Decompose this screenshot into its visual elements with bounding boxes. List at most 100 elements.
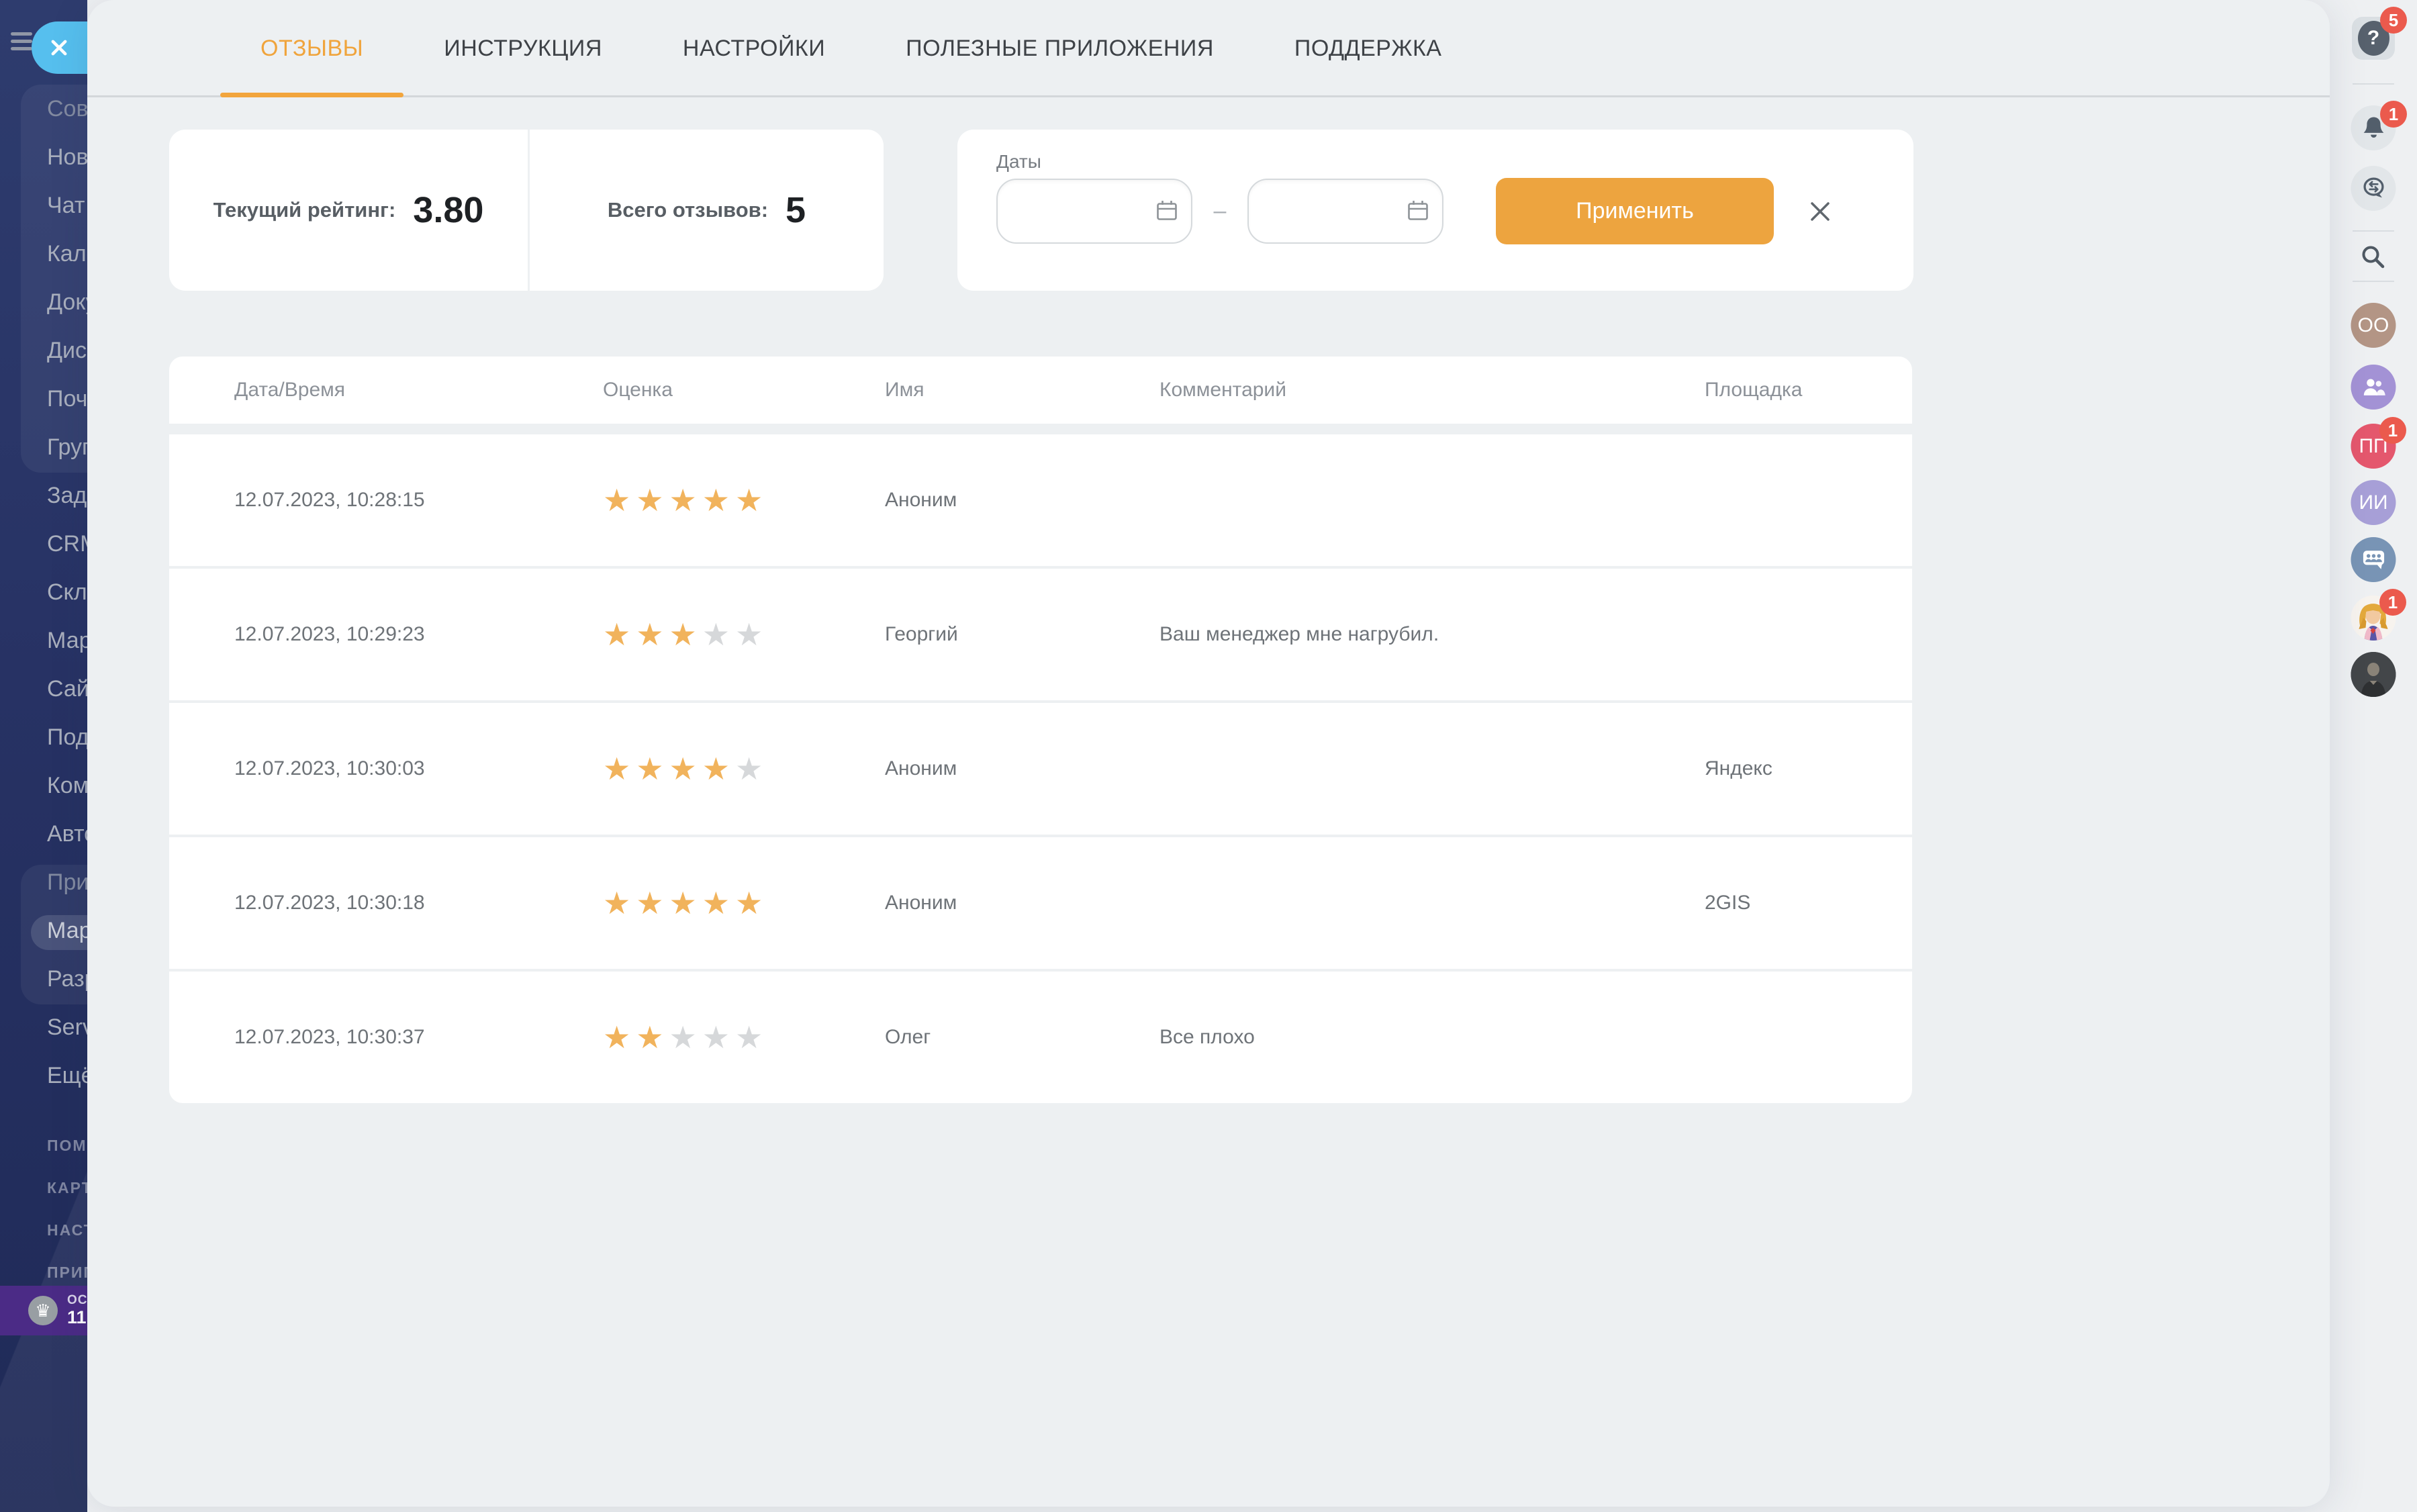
chat-button[interactable] (2351, 166, 2396, 211)
notifications-badge: 1 (2380, 101, 2407, 128)
col-header-platform: Площадка (1705, 379, 1912, 401)
table-row: 12.07.2023, 10:30:18 ★★★★★ Аноним 2GIS (169, 837, 1912, 969)
cell-name: Аноним (885, 757, 1159, 780)
trial-banner[interactable]: ♛ ост 11 (0, 1286, 87, 1335)
sidebar-item-5[interactable]: Диск (0, 326, 87, 375)
rail-divider (2353, 230, 2394, 232)
total-reviews-value: 5 (786, 189, 806, 231)
sidebar-item-14[interactable]: Комп (0, 761, 87, 810)
sidebar-menu: Совм Ново Чат и Кале Доку Диск Почт Груп… (0, 85, 87, 1100)
current-rating-label: Текущий рейтинг: (214, 198, 396, 222)
cell-name: Аноним (885, 892, 1159, 914)
rating-stars: ★★★★★ (603, 1022, 885, 1053)
sidebar: Совм Ново Чат и Кале Доку Диск Почт Груп… (0, 0, 87, 1512)
clear-filter-button[interactable] (1805, 196, 1836, 227)
sidebar-item-8[interactable]: Зада (0, 471, 87, 520)
right-toolbar: ? 5 1 ОО (2330, 0, 2417, 1512)
table-row: 12.07.2023, 10:29:23 ★★★★★ Георгий Ваш м… (169, 569, 1912, 700)
tab-reviews[interactable]: ОТЗЫВЫ (220, 0, 404, 97)
rating-stars: ★★★★★ (603, 619, 885, 650)
sidebar-footer-link-1[interactable]: КАРТА (0, 1167, 87, 1209)
cell-platform: Яндекс (1705, 757, 1912, 780)
group-chat-avatar[interactable] (2351, 537, 2396, 582)
rating-stars: ★★★★★ (603, 753, 885, 784)
user-avatar-oo[interactable]: ОО (2351, 303, 2396, 348)
rail-divider (2353, 281, 2394, 282)
trial-prefix-label: ост (67, 1294, 87, 1308)
sidebar-item-7[interactable]: Груп (0, 423, 87, 471)
table-row: 12.07.2023, 10:30:03 ★★★★★ Аноним Яндекс (169, 703, 1912, 835)
sidebar-item-1[interactable]: Ново (0, 133, 87, 181)
hamburger-menu-icon[interactable] (11, 32, 34, 54)
reviews-slider-panel: ОТЗЫВЫ ИНСТРУКЦИЯ НАСТРОЙКИ ПОЛЕЗНЫЕ ПРИ… (87, 0, 2330, 1507)
clear-x-icon (1805, 196, 1836, 227)
cell-datetime: 12.07.2023, 10:29:23 (234, 623, 603, 646)
col-header-rating: Оценка (603, 379, 885, 401)
sidebar-item-20[interactable]: Ещё (0, 1051, 87, 1100)
people-pair-icon (2359, 373, 2388, 402)
cell-name: Олег (885, 1026, 1159, 1049)
sidebar-item-4[interactable]: Доку (0, 278, 87, 326)
man-photo-avatar (2351, 652, 2396, 697)
trial-days-value: 11 (67, 1308, 87, 1328)
assistant-avatar-badge: 1 (2379, 589, 2406, 616)
tab-settings[interactable]: НАСТРОЙКИ (643, 0, 865, 97)
sidebar-item-2[interactable]: Чат и (0, 181, 87, 230)
group-chat-icon (2359, 545, 2388, 575)
sidebar-item-0[interactable]: Совм (0, 85, 87, 133)
col-header-comment: Комментарий (1159, 379, 1705, 401)
date-from-input[interactable] (996, 179, 1192, 244)
rating-stars: ★★★★★ (603, 888, 885, 918)
sidebar-item-12[interactable]: Сайт (0, 665, 87, 713)
sidebar-item-3[interactable]: Кале (0, 230, 87, 278)
search-icon (2357, 241, 2389, 273)
apply-filter-button[interactable]: Применить (1496, 178, 1774, 244)
col-header-datetime: Дата/Время (234, 379, 603, 401)
crown-icon: ♛ (28, 1296, 58, 1325)
avatar-initials: ИИ (2359, 491, 2387, 514)
cell-comment: Все плохо (1159, 1026, 1705, 1049)
tab-instruction[interactable]: ИНСТРУКЦИЯ (404, 0, 643, 97)
current-rating-value: 3.80 (413, 189, 483, 231)
sidebar-item-15[interactable]: Авто (0, 810, 87, 858)
sidebar-item-6[interactable]: Почт (0, 375, 87, 423)
dates-label: Даты (996, 151, 1041, 173)
sidebar-item-19[interactable]: Serv (0, 1003, 87, 1051)
total-reviews-label: Всего отзывов: (608, 198, 768, 222)
sidebar-footer-link-2[interactable]: НАСТ (0, 1209, 87, 1251)
cell-comment: Ваш менеджер мне нагрубил. (1159, 623, 1705, 646)
tab-support[interactable]: ПОДДЕРЖКА (1254, 0, 1482, 97)
cell-name: Аноним (885, 489, 1159, 512)
sidebar-item-10[interactable]: Скла (0, 568, 87, 616)
sidebar-footer-links: ПОМО КАРТА НАСТ ПРИГЛ (0, 1125, 87, 1294)
date-to-input[interactable] (1247, 179, 1443, 244)
sidebar-item-16[interactable]: Прил (0, 858, 87, 906)
close-icon (48, 37, 70, 58)
close-slider-button[interactable] (32, 21, 87, 74)
cell-name: Георгий (885, 623, 1159, 646)
cell-datetime: 12.07.2023, 10:30:18 (234, 892, 603, 914)
user-photo-avatar[interactable] (2351, 652, 2396, 697)
tab-useful-apps[interactable]: ПОЛЕЗНЫЕ ПРИЛОЖЕНИЯ (865, 0, 1254, 97)
sidebar-footer-link-0[interactable]: ПОМО (0, 1125, 87, 1167)
chat-transfer-icon (2358, 173, 2389, 204)
table-row: 12.07.2023, 10:28:15 ★★★★★ Аноним (169, 434, 1912, 566)
cell-datetime: 12.07.2023, 10:30:37 (234, 1026, 603, 1049)
sidebar-item-17-selected[interactable]: Мар (0, 906, 87, 955)
date-filter-card: Даты – (957, 130, 1913, 291)
cell-platform: 2GIS (1705, 892, 1912, 914)
sidebar-item-13[interactable]: Подп (0, 713, 87, 761)
user-avatar-ii[interactable]: ИИ (2351, 480, 2396, 525)
date-range-separator: – (1207, 198, 1233, 224)
table-row: 12.07.2023, 10:30:37 ★★★★★ Олег Все плох… (169, 972, 1912, 1103)
sidebar-item-9[interactable]: CRM (0, 520, 87, 568)
date-from-field (996, 179, 1192, 244)
sidebar-item-11[interactable]: Мар (0, 616, 87, 665)
employees-avatar[interactable] (2351, 365, 2396, 410)
rail-divider (2353, 83, 2394, 85)
search-button[interactable] (2357, 241, 2389, 273)
panel-content: Текущий рейтинг: 3.80 Всего отзывов: 5 Д… (87, 97, 2330, 1103)
current-rating-card: Текущий рейтинг: 3.80 (169, 130, 528, 291)
total-reviews-card: Всего отзывов: 5 (530, 130, 884, 291)
sidebar-item-18[interactable]: Разр (0, 955, 87, 1003)
